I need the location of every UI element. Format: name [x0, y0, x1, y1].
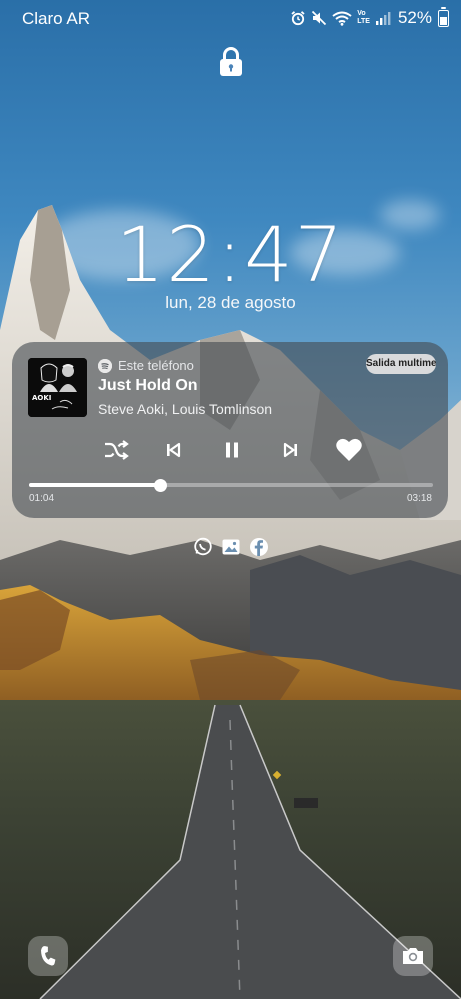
previous-icon: [167, 442, 181, 458]
album-art-text: AOKI: [32, 394, 51, 402]
pause-icon: [226, 442, 238, 458]
next-icon: [283, 442, 297, 458]
pause-button[interactable]: [216, 434, 248, 466]
album-art[interactable]: AOKI: [28, 358, 87, 417]
seek-progress: [29, 483, 160, 487]
facebook-icon: [249, 537, 269, 557]
current-time: 01:04: [29, 493, 55, 504]
gallery-icon: [221, 537, 241, 557]
battery-icon: [438, 6, 449, 27]
whatsapp-glyph: [194, 537, 212, 556]
facebook-glyph: [250, 538, 268, 556]
media-output-button[interactable]: Salida multime...: [366, 354, 436, 374]
phone-icon: [41, 946, 56, 966]
battery-percent: 52%: [397, 8, 432, 27]
wifi-icon: [332, 11, 352, 26]
total-time: 03:18: [406, 493, 432, 504]
track-artist: Steve Aoki, Louis Tomlinson: [98, 401, 273, 417]
next-button[interactable]: [275, 434, 307, 466]
spotify-logo: [98, 358, 112, 373]
status-bar: Claro AR Vo LTE 52%: [0, 0, 461, 36]
shuffle-button[interactable]: [100, 434, 132, 466]
mute-icon: [312, 10, 327, 26]
heart-icon: [336, 438, 362, 461]
clock-date: lun, 28 de agosto: [165, 293, 296, 312]
volte-label-top: Vo: [357, 10, 366, 17]
camera-icon: [403, 948, 423, 964]
battery-level: [440, 16, 447, 25]
signal-icon: [375, 12, 391, 25]
media-player-card[interactable]: AOKI Este teléfono Salida multime... Jus…: [12, 342, 448, 518]
media-controls: [12, 434, 448, 466]
media-source: Este teléfono: [98, 358, 194, 373]
alarm-icon: [291, 11, 305, 26]
camera-shortcut[interactable]: [393, 936, 433, 976]
volte-label-bottom: LTE: [357, 18, 370, 25]
like-button[interactable]: [333, 434, 365, 466]
media-source-label: Este teléfono: [118, 358, 194, 373]
shuffle-icon: [105, 440, 129, 460]
seek-bar[interactable]: [29, 478, 433, 492]
album-art-image: AOKI: [28, 358, 87, 417]
volte-icon: Vo LTE: [357, 10, 370, 26]
status-icons: Vo LTE 52%: [290, 6, 449, 29]
phone-shortcut[interactable]: [28, 936, 68, 976]
clock-time[interactable]: 12:47: [0, 210, 461, 299]
track-title: Just Hold On: [98, 377, 198, 394]
gallery-glyph: [222, 539, 240, 555]
spotify-icon: [98, 358, 112, 373]
lock-icon[interactable]: [218, 46, 244, 78]
carrier-name: Claro AR: [22, 9, 91, 28]
previous-button[interactable]: [157, 434, 189, 466]
seek-thumb[interactable]: [153, 478, 167, 492]
whatsapp-icon: [193, 537, 213, 557]
notification-icons[interactable]: [193, 537, 269, 557]
